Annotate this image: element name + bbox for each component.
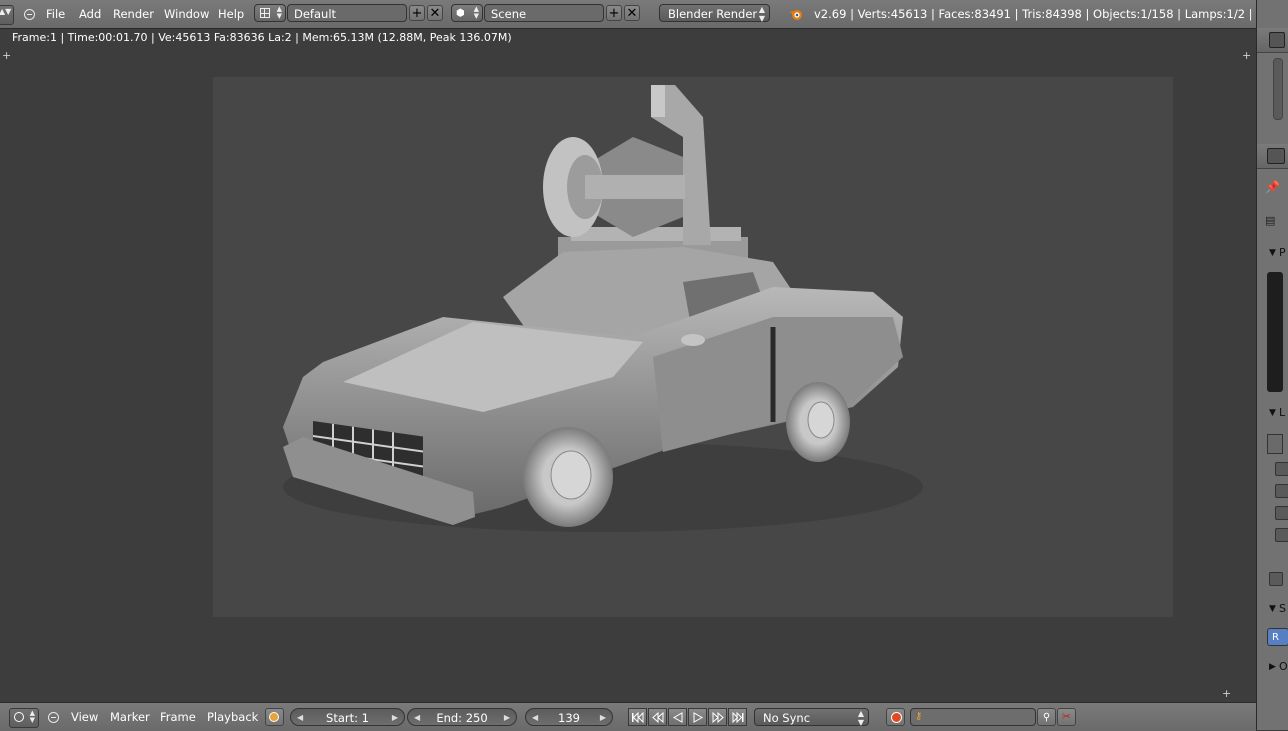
- car-render: [283, 85, 923, 532]
- preview-range-button[interactable]: [265, 708, 284, 726]
- region-split-handle[interactable]: +: [1222, 688, 1231, 699]
- keyframe-back-icon: [652, 712, 664, 723]
- panel-label[interactable]: P: [1279, 246, 1286, 259]
- timeline-editor-type-button[interactable]: ▲ ▼: [9, 708, 39, 728]
- current-frame-label: 139: [558, 711, 580, 725]
- insert-keyframe-button[interactable]: ⚲: [1037, 708, 1056, 726]
- properties-editor[interactable]: 📌 ▤ ▼ P ▼ L ▼ S R ▶ O: [1256, 0, 1288, 730]
- record-icon: [891, 712, 902, 723]
- editor-type-button[interactable]: ▲▼: [0, 5, 14, 25]
- timeline-menu-frame[interactable]: Frame: [160, 703, 196, 731]
- scene-name[interactable]: Scene: [484, 4, 604, 22]
- sync-mode-dropdown[interactable]: No Sync ▲ ▼: [754, 708, 869, 727]
- 3d-viewport[interactable]: Frame:1 | Time:00:01.70 | Ve:45613 Fa:83…: [0, 29, 1256, 701]
- blender-logo-icon: [788, 7, 802, 21]
- viewport-info-text: Frame:1 | Time:00:01.70 | Ve:45613 Fa:83…: [12, 31, 512, 44]
- region-split-handle[interactable]: +: [2, 50, 11, 61]
- end-frame-field[interactable]: ◀ End: 250 ▶: [407, 708, 517, 726]
- delete-scene-button[interactable]: ✕: [624, 5, 640, 21]
- delete-screen-button[interactable]: ✕: [427, 5, 443, 21]
- panel-label[interactable]: S: [1279, 602, 1286, 615]
- jump-keyframe-forward-button[interactable]: [708, 708, 727, 726]
- menu-file[interactable]: File: [46, 0, 65, 28]
- sync-mode-label: No Sync: [763, 711, 811, 725]
- jump-start-button[interactable]: [628, 708, 647, 726]
- add-scene-button[interactable]: +: [606, 5, 622, 21]
- menu-help[interactable]: Help: [218, 0, 244, 28]
- region-split-handle[interactable]: +: [1242, 50, 1251, 61]
- timeline-menu-view[interactable]: View: [71, 703, 98, 731]
- timeline-header: ▲ ▼ View Marker Frame Playback ◀ Start: 1 ▶…: [0, 702, 1256, 731]
- play-reverse-icon: [672, 712, 683, 723]
- layout-grid-icon: [260, 8, 270, 18]
- auto-keyframe-button[interactable]: [886, 708, 905, 726]
- play-reverse-button[interactable]: [668, 708, 687, 726]
- current-frame-field[interactable]: ◀ 139 ▶: [525, 708, 613, 726]
- scene-selector[interactable]: ⬢ ▲ ▼: [451, 4, 483, 22]
- pin-icon[interactable]: 📌: [1265, 180, 1280, 194]
- properties-icon[interactable]: [1267, 148, 1285, 164]
- layer-checkbox[interactable]: [1275, 528, 1288, 542]
- panel-label[interactable]: L: [1279, 406, 1285, 419]
- layer-grid[interactable]: [1267, 434, 1283, 454]
- jump-end-icon: [732, 712, 744, 723]
- outliner-header: [1257, 28, 1288, 53]
- render-button-label: R: [1272, 632, 1279, 643]
- timeline-menu-marker[interactable]: Marker: [110, 703, 150, 731]
- start-frame-field[interactable]: ◀ Start: 1 ▶: [290, 708, 405, 726]
- render-engine-label: Blender Render: [668, 7, 758, 21]
- delete-keyframe-button[interactable]: ✂: [1057, 708, 1076, 726]
- collapse-menu-icon[interactable]: [24, 9, 35, 20]
- jump-start-icon: [632, 712, 644, 723]
- menu-render[interactable]: Render: [113, 0, 154, 28]
- key-insert-icon: ⚲: [1042, 712, 1051, 723]
- camera-frame: [213, 77, 1173, 617]
- key-delete-icon: ✂: [1061, 710, 1072, 723]
- layer-checkbox[interactable]: [1275, 506, 1288, 520]
- clock-icon: [269, 712, 279, 722]
- jump-end-button[interactable]: [728, 708, 747, 726]
- scene-icon: ⬢: [456, 8, 465, 19]
- render-engine-dropdown[interactable]: Blender Render ▲ ▼: [659, 4, 770, 23]
- layer-checkbox[interactable]: [1275, 462, 1288, 476]
- end-frame-label: End: 250: [436, 711, 488, 725]
- layer-checkbox[interactable]: [1269, 572, 1283, 586]
- clock-icon: [14, 712, 24, 722]
- render-context-icon[interactable]: ▤: [1265, 214, 1275, 227]
- render-preview: [1267, 272, 1283, 392]
- properties-header: [1257, 144, 1288, 169]
- timeline-menu-playback[interactable]: Playback: [207, 703, 258, 731]
- jump-keyframe-back-button[interactable]: [648, 708, 667, 726]
- render-button[interactable]: R: [1267, 628, 1288, 646]
- scene-statistics: v2.69 | Verts:45613 | Faces:83491 | Tris…: [814, 7, 1288, 21]
- info-header: ▲▼ File Add Render Window Help ▲ ▼ Defaul…: [0, 0, 1288, 29]
- layer-checkbox[interactable]: [1275, 484, 1288, 498]
- menu-window[interactable]: Window: [164, 0, 209, 28]
- menu-add[interactable]: Add: [79, 0, 101, 28]
- keying-set-icon: ⚷: [915, 711, 923, 722]
- play-button[interactable]: [688, 708, 707, 726]
- keyframe-forward-icon: [712, 712, 724, 723]
- start-frame-label: Start: 1: [326, 711, 369, 725]
- keying-set-field[interactable]: ⚷: [910, 708, 1036, 726]
- add-screen-button[interactable]: +: [409, 5, 425, 21]
- panel-label[interactable]: O: [1279, 660, 1288, 673]
- outliner-scrollbar[interactable]: [1273, 58, 1283, 120]
- collapse-menu-icon[interactable]: [48, 712, 59, 723]
- screen-layout-selector[interactable]: ▲ ▼: [254, 4, 286, 22]
- screen-layout-name[interactable]: Default: [287, 4, 407, 22]
- play-icon: [693, 712, 704, 723]
- outliner-icon[interactable]: [1269, 32, 1285, 48]
